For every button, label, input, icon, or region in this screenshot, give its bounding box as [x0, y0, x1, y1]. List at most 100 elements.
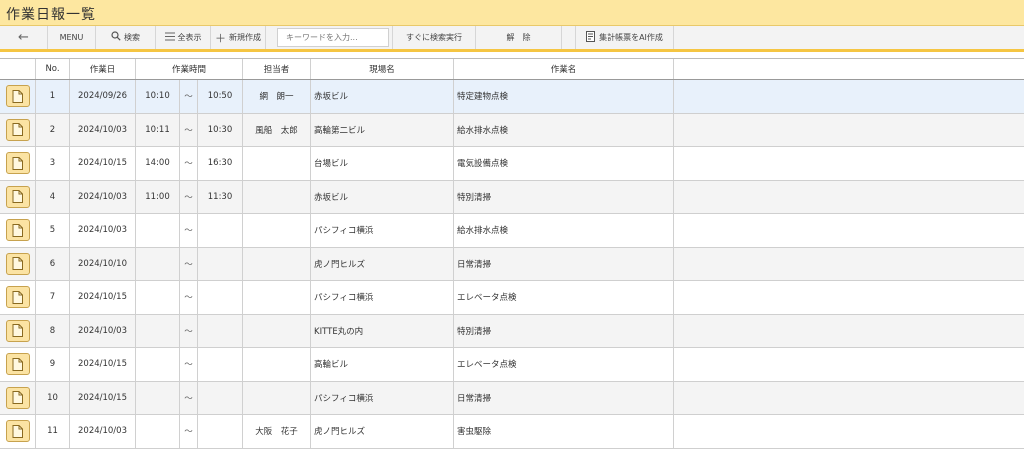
cell-site: 虎ノ門ヒルズ	[311, 415, 454, 448]
table-row[interactable]: 2 2024/10/03 10:11 〜 10:30 風船 太郎 高輪第二ビル 給水排水点検	[0, 113, 1024, 147]
cell-site: 赤坂ビル	[311, 80, 454, 113]
open-report-button[interactable]	[5, 85, 30, 108]
cell-date: 2024/10/03	[70, 180, 136, 213]
table-row[interactable]: 11 2024/10/03 〜 大阪 花子 虎ノ門ヒルズ 害虫駆除	[0, 415, 1024, 449]
header-time[interactable]: 作業時間	[136, 59, 243, 79]
cell-end-time: 10:50	[198, 80, 243, 113]
cell-time-separator: 〜	[180, 214, 198, 247]
cell-end-time	[198, 348, 243, 381]
search-button[interactable]: 検索	[96, 26, 156, 49]
header-person[interactable]: 担当者	[243, 59, 311, 79]
row-action	[0, 348, 36, 381]
cell-work: 特別清掃	[454, 314, 674, 347]
open-report-button[interactable]	[5, 319, 30, 342]
cell-person	[243, 214, 311, 247]
cell-no: 10	[36, 381, 70, 414]
cell-start-time	[136, 348, 180, 381]
table-row[interactable]: 1 2024/09/26 10:10 〜 10:50 網 朗一 赤坂ビル 特定建物点検	[0, 80, 1024, 114]
cell-end-time: 10:30	[198, 113, 243, 146]
open-report-button[interactable]	[5, 219, 30, 242]
cell-no: 11	[36, 415, 70, 448]
list-icon	[164, 31, 175, 44]
cell-end-time	[198, 381, 243, 414]
table-row[interactable]: 9 2024/10/15 〜 高輪ビル エレベータ点検	[0, 348, 1024, 382]
table-row[interactable]: 8 2024/10/03 〜 KITTE丸の内 特別清掃	[0, 314, 1024, 348]
cell-work: エレベータ点検	[454, 348, 674, 381]
cell-start-time	[136, 281, 180, 314]
cell-person	[243, 281, 311, 314]
cell-time-separator: 〜	[180, 80, 198, 113]
quick-search-button[interactable]: すぐに検索実行	[392, 26, 476, 49]
cell-work: 特定建物点検	[454, 80, 674, 113]
document-icon	[12, 424, 23, 438]
release-button[interactable]: 解 除	[476, 26, 562, 49]
cell-date: 2024/10/15	[70, 147, 136, 180]
cell-end-time	[198, 415, 243, 448]
row-action	[0, 247, 36, 280]
table-row[interactable]: 4 2024/10/03 11:00 〜 11:30 赤坂ビル 特別清掃	[0, 180, 1024, 214]
new-button-label: 新規作成	[229, 33, 261, 42]
open-report-button[interactable]	[5, 152, 30, 175]
cell-work: 電気設備点検	[454, 147, 674, 180]
cell-site: 赤坂ビル	[311, 180, 454, 213]
cell-person: 風船 太郎	[243, 113, 311, 146]
report-icon	[586, 30, 596, 45]
back-button[interactable]: ←	[0, 26, 48, 49]
menu-button-label: MENU	[59, 33, 84, 42]
header-date[interactable]: 作業日	[70, 59, 136, 79]
open-report-button[interactable]	[5, 353, 30, 376]
cell-end-time	[198, 247, 243, 280]
cell-work: 日常清掃	[454, 247, 674, 280]
cell-time-separator: 〜	[180, 314, 198, 347]
cell-date: 2024/10/10	[70, 247, 136, 280]
cell-work: 日常清掃	[454, 381, 674, 414]
cell-no: 2	[36, 113, 70, 146]
search-button-label: 検索	[124, 33, 140, 42]
row-action	[0, 381, 36, 414]
cell-end-time: 16:30	[198, 147, 243, 180]
open-report-button[interactable]	[5, 386, 30, 409]
open-report-button[interactable]	[5, 252, 30, 275]
header-work[interactable]: 作業名	[454, 59, 674, 79]
cell-date: 2024/10/03	[70, 314, 136, 347]
cell-end-time	[198, 314, 243, 347]
new-button[interactable]: ＋ 新規作成	[211, 26, 266, 49]
document-icon	[12, 156, 23, 170]
show-all-button[interactable]: 全表示	[156, 26, 211, 49]
table-row[interactable]: 7 2024/10/15 〜 パシフィコ横浜 エレベータ点検	[0, 281, 1024, 315]
cell-time-separator: 〜	[180, 180, 198, 213]
cell-person: 網 朗一	[243, 80, 311, 113]
cell-start-time: 10:11	[136, 113, 180, 146]
table-row[interactable]: 6 2024/10/10 〜 虎ノ門ヒルズ 日常清掃	[0, 247, 1024, 281]
cell-start-time	[136, 247, 180, 280]
cell-end-time	[198, 281, 243, 314]
cell-person: 大阪 花子	[243, 415, 311, 448]
cell-person	[243, 247, 311, 280]
open-report-button[interactable]	[5, 286, 30, 309]
header-site[interactable]: 現場名	[311, 59, 454, 79]
open-report-button[interactable]	[5, 118, 30, 141]
cell-start-time: 14:00	[136, 147, 180, 180]
cell-site: 虎ノ門ヒルズ	[311, 247, 454, 280]
ai-report-button[interactable]: 集計帳票をAI作成	[576, 26, 674, 49]
table-row[interactable]: 10 2024/10/15 〜 パシフィコ横浜 日常清掃	[0, 381, 1024, 415]
cell-site: KITTE丸の内	[311, 314, 454, 347]
cell-end-time: 11:30	[198, 180, 243, 213]
table-row[interactable]: 5 2024/10/03 〜 パシフィコ横浜 給水排水点検	[0, 214, 1024, 248]
open-report-button[interactable]	[5, 420, 30, 443]
row-action	[0, 281, 36, 314]
cell-work: エレベータ点検	[454, 281, 674, 314]
cell-time-separator: 〜	[180, 281, 198, 314]
document-icon	[12, 89, 23, 103]
menu-button[interactable]: MENU	[48, 26, 96, 49]
row-action	[0, 214, 36, 247]
cell-time-separator: 〜	[180, 381, 198, 414]
open-report-button[interactable]	[5, 185, 30, 208]
keyword-input[interactable]	[277, 28, 389, 47]
document-icon	[12, 357, 23, 371]
cell-person	[243, 180, 311, 213]
header-no[interactable]: No.	[36, 59, 70, 79]
row-action	[0, 147, 36, 180]
table-row[interactable]: 3 2024/10/15 14:00 〜 16:30 台場ビル 電気設備点検	[0, 147, 1024, 181]
row-action	[0, 113, 36, 146]
